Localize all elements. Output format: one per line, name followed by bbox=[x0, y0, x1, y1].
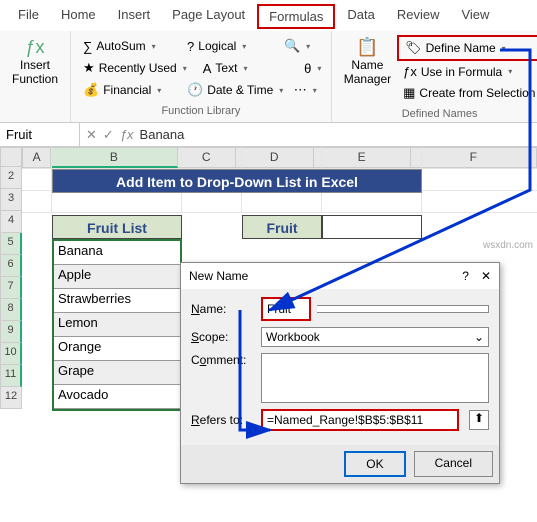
name-manager-button[interactable]: 📋 Name Manager bbox=[338, 35, 397, 104]
row-header[interactable]: 10 bbox=[0, 343, 22, 365]
create-from-selection-button[interactable]: ▦Create from Selection bbox=[397, 82, 537, 104]
cancel-button[interactable]: Cancel bbox=[414, 451, 493, 477]
tab-view[interactable]: View bbox=[451, 4, 499, 29]
define-name-button[interactable]: 🏷Define Name bbox=[397, 35, 537, 61]
watermark: wsxdn.com bbox=[483, 240, 533, 251]
row-header[interactable]: 9 bbox=[0, 321, 22, 343]
tab-file[interactable]: File bbox=[8, 4, 49, 29]
list-item[interactable]: Lemon bbox=[54, 313, 180, 337]
clock-icon: 🕐 bbox=[187, 82, 203, 98]
logical-icon: ? bbox=[187, 39, 194, 54]
fbar-cancel-icon[interactable]: ✕ bbox=[86, 127, 97, 143]
tab-data[interactable]: Data bbox=[337, 4, 384, 29]
scope-select[interactable]: Workbook ⌄ bbox=[261, 327, 489, 347]
sigma-icon: ∑ bbox=[83, 39, 92, 54]
tab-home[interactable]: Home bbox=[51, 4, 106, 29]
function-library-label: Function Library bbox=[77, 101, 325, 117]
list-item[interactable]: Apple bbox=[54, 265, 180, 289]
fx-bar-icon[interactable]: ƒx bbox=[120, 127, 134, 142]
name-manager-icon: 📋 bbox=[356, 37, 378, 58]
list-item[interactable]: Grape bbox=[54, 361, 180, 385]
row-header[interactable]: 2 bbox=[0, 167, 22, 189]
select-all-corner[interactable] bbox=[0, 147, 22, 167]
row-header[interactable]: 6 bbox=[0, 255, 22, 277]
fruit-dropdown-cell[interactable] bbox=[322, 215, 422, 239]
recent-icon: ★ bbox=[83, 60, 95, 76]
recently-used-button[interactable]: ★Recently Used bbox=[77, 57, 193, 79]
lookup-icon: 🔍 bbox=[284, 38, 300, 54]
tab-pagelayout[interactable]: Page Layout bbox=[162, 4, 255, 29]
scope-label: Scope: bbox=[191, 330, 255, 344]
comment-field[interactable] bbox=[261, 353, 489, 403]
insert-function-label2: Function bbox=[12, 72, 58, 86]
more-icon: ⋯ bbox=[294, 82, 307, 98]
fruit-list-header: Fruit List bbox=[52, 215, 182, 239]
financial-button[interactable]: 💰Financial bbox=[77, 79, 177, 101]
title-cell: Add Item to Drop-Down List in Excel bbox=[52, 169, 422, 193]
name-label: Name: bbox=[191, 302, 255, 316]
insert-function-label1: Insert bbox=[20, 58, 50, 72]
autosum-button[interactable]: ∑AutoSum bbox=[77, 35, 177, 57]
use-in-formula-button[interactable]: ƒxUse in Formula bbox=[397, 61, 537, 82]
math-button[interactable]: θ bbox=[301, 57, 325, 79]
new-name-dialog: New Name ? ✕ Name: Scope: Workbook ⌄ Com… bbox=[180, 262, 500, 484]
list-item[interactable]: Orange bbox=[54, 337, 180, 361]
tab-insert[interactable]: Insert bbox=[108, 4, 161, 29]
refers-to-label: Refers to: bbox=[191, 413, 255, 427]
lookup-button[interactable]: 🔍 bbox=[285, 35, 309, 57]
row-header[interactable]: 11 bbox=[0, 365, 22, 387]
financial-icon: 💰 bbox=[83, 82, 99, 98]
row-header[interactable]: 5 bbox=[0, 233, 22, 255]
text-button[interactable]: AText bbox=[197, 57, 297, 79]
list-item[interactable]: Strawberries bbox=[54, 289, 180, 313]
list-item[interactable]: Banana bbox=[54, 241, 180, 265]
name-box[interactable]: Fruit bbox=[0, 123, 80, 146]
comment-label: Comment: bbox=[191, 353, 255, 367]
expand-refers-icon[interactable]: ⬆ bbox=[469, 410, 489, 430]
defined-names-label: Defined Names bbox=[338, 104, 537, 120]
insert-function-button[interactable]: ƒx Insert Function bbox=[6, 35, 64, 88]
help-icon[interactable]: ? bbox=[462, 269, 469, 283]
row-header[interactable]: 3 bbox=[0, 189, 22, 211]
close-icon[interactable]: ✕ bbox=[481, 269, 491, 283]
fbar-check-icon[interactable]: ✓ bbox=[103, 127, 114, 143]
selection-icon: ▦ bbox=[403, 85, 415, 101]
logical-button[interactable]: ?Logical bbox=[181, 35, 281, 57]
more-functions-button[interactable]: ⋯ bbox=[293, 79, 317, 101]
name-field[interactable] bbox=[261, 297, 311, 321]
dialog-title: New Name bbox=[189, 269, 248, 283]
row-header[interactable]: 12 bbox=[0, 387, 22, 409]
refers-to-field[interactable]: =Named_Range!$B$5:$B$11 bbox=[261, 409, 459, 431]
text-icon: A bbox=[203, 61, 212, 76]
row-header[interactable]: 7 bbox=[0, 277, 22, 299]
tag-icon: 🏷 bbox=[405, 40, 422, 56]
row-header[interactable]: 8 bbox=[0, 299, 22, 321]
chevron-down-icon: ⌄ bbox=[474, 330, 484, 344]
fruit-list-selection[interactable]: Banana Apple Strawberries Lemon Orange G… bbox=[52, 239, 182, 411]
tab-review[interactable]: Review bbox=[387, 4, 450, 29]
formula-icon: ƒx bbox=[403, 64, 417, 79]
tab-formulas[interactable]: Formulas bbox=[257, 4, 335, 29]
fruit-header: Fruit bbox=[242, 215, 322, 239]
ribbon: ƒx Insert Function ∑AutoSum ?Logical 🔍 ★… bbox=[0, 31, 537, 123]
fx-icon: ƒx bbox=[26, 37, 45, 58]
list-item[interactable]: Avocado bbox=[54, 385, 180, 409]
math-icon: θ bbox=[304, 61, 311, 76]
row-header[interactable]: 4 bbox=[0, 211, 22, 233]
formula-value[interactable]: Banana bbox=[140, 127, 185, 142]
ok-button[interactable]: OK bbox=[344, 451, 405, 477]
datetime-button[interactable]: 🕐Date & Time bbox=[181, 79, 289, 101]
